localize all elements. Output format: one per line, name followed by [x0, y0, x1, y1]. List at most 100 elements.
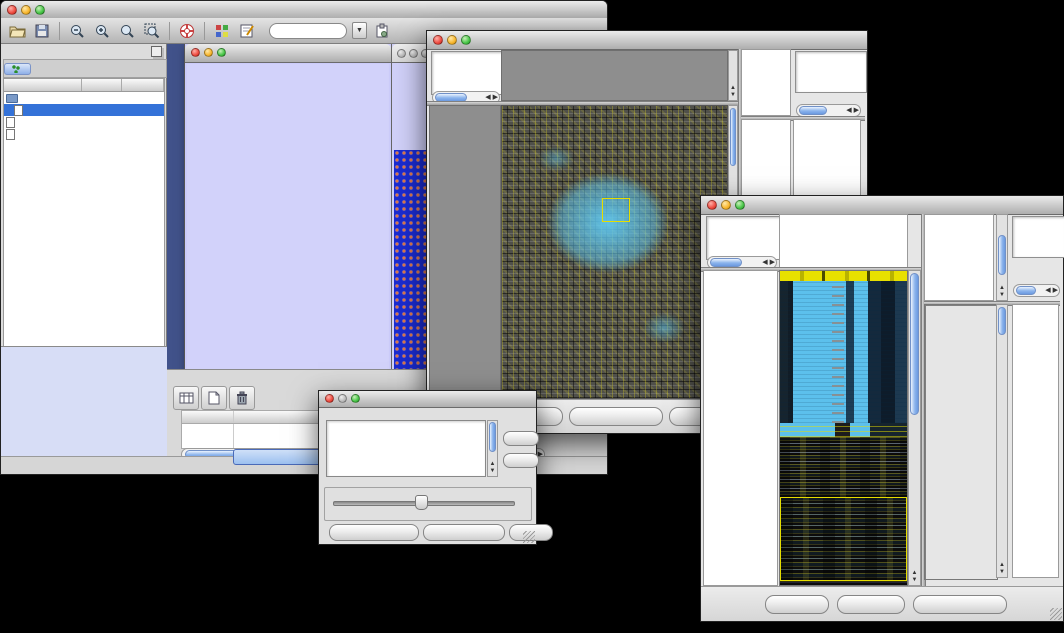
table-row-selected[interactable]: [4, 104, 164, 116]
zoom-button[interactable]: [35, 5, 45, 15]
vertical-scrollbar[interactable]: ▲▼: [996, 214, 1008, 301]
heatmap-global[interactable]: [501, 105, 728, 399]
scroll-arrows[interactable]: ▲▼: [488, 461, 497, 475]
network-view-window: [184, 44, 392, 369]
table-row[interactable]: [4, 128, 164, 140]
save-icon[interactable]: [32, 21, 52, 41]
vertical-scrollbar[interactable]: ▲▼: [728, 50, 738, 101]
new-attribute-icon[interactable]: [201, 386, 227, 410]
vertical-scrollbar[interactable]: ▲▼: [487, 420, 498, 477]
minimize-button[interactable]: [204, 48, 213, 57]
row-dendrogram[interactable]: [703, 270, 778, 586]
scroll-right-arrow[interactable]: ▶: [1052, 287, 1059, 294]
toolbar-separator: [59, 22, 60, 40]
create-vizmap-button[interactable]: [423, 524, 505, 541]
scroll-left-arrow[interactable]: ◀: [845, 107, 852, 114]
close-button[interactable]: [397, 49, 406, 58]
vertical-scrollbar[interactable]: ▲▼: [996, 304, 1008, 578]
scroll-arrows[interactable]: ▲▼: [729, 85, 737, 99]
search-input[interactable]: [269, 23, 347, 39]
tab-vizmapper[interactable]: [31, 68, 45, 70]
network-graph: [187, 64, 389, 367]
scroll-arrows[interactable]: ▲▼: [909, 570, 920, 584]
dense-network-cluster[interactable]: [394, 150, 430, 369]
move-up-button[interactable]: [503, 431, 539, 446]
scroll-left-arrow[interactable]: ◀: [761, 259, 768, 266]
minimize-button[interactable]: [21, 5, 31, 15]
zoom-fit-icon[interactable]: [117, 21, 137, 41]
treeview1-titlebar[interactable]: [427, 31, 867, 50]
horizontal-scrollbar[interactable]: ◀▶: [1013, 284, 1060, 297]
close-button[interactable]: [7, 5, 17, 15]
close-button[interactable]: [325, 394, 334, 403]
dialog-titlebar[interactable]: [319, 391, 536, 408]
heatmap-detail[interactable]: [924, 304, 998, 580]
treeview2-titlebar[interactable]: [701, 196, 1063, 215]
slider-handle[interactable]: [415, 495, 428, 510]
control-panel-tabs: [3, 59, 167, 78]
float-panel-icon[interactable]: [151, 46, 162, 57]
help-lifering-icon[interactable]: [177, 21, 197, 41]
minimize-button[interactable]: [409, 49, 418, 58]
scroll-left-arrow[interactable]: ◀: [484, 94, 491, 101]
table-row[interactable]: [4, 92, 164, 104]
minimize-button[interactable]: [721, 200, 731, 210]
scrollbar-thumb[interactable]: [489, 422, 496, 452]
tab-network[interactable]: [4, 63, 31, 75]
array-column-labels: [924, 214, 994, 301]
zoom-button[interactable]: [217, 48, 226, 57]
scrollbar-thumb[interactable]: [799, 106, 827, 115]
minimize-button[interactable]: [447, 35, 457, 45]
move-down-button[interactable]: [503, 453, 539, 468]
delete-attribute-icon[interactable]: [229, 386, 255, 410]
close-button[interactable]: [191, 48, 200, 57]
export-graphics-button[interactable]: [913, 595, 1007, 614]
table-row[interactable]: [4, 116, 164, 128]
save-data-button[interactable]: [837, 595, 905, 614]
scrollbar-thumb[interactable]: [910, 273, 919, 415]
scroll-right-arrow[interactable]: ▶: [769, 259, 776, 266]
heatmap-selection-box: [602, 198, 630, 222]
main-titlebar[interactable]: [1, 1, 607, 19]
select-attributes-icon[interactable]: [173, 386, 199, 410]
close-button[interactable]: [433, 35, 443, 45]
resize-grip[interactable]: [523, 531, 535, 543]
zoom-button[interactable]: [351, 394, 360, 403]
zoom-selected-icon[interactable]: [142, 21, 162, 41]
birds-eye-view[interactable]: [1, 346, 167, 457]
minimize-button[interactable]: [338, 394, 347, 403]
search-dropdown-arrow[interactable]: ▼: [352, 22, 367, 39]
settings-button[interactable]: [765, 595, 829, 614]
scroll-arrows[interactable]: ▲▼: [997, 562, 1007, 576]
zoom-button[interactable]: [735, 200, 745, 210]
vertical-scrollbar[interactable]: ▲▼: [908, 270, 921, 586]
scroll-right-arrow[interactable]: ▶: [492, 94, 499, 101]
scrollbar-thumb[interactable]: [730, 108, 736, 166]
network-table-header[interactable]: [3, 78, 165, 91]
close-button[interactable]: [707, 200, 717, 210]
scrollbar-thumb[interactable]: [710, 258, 742, 267]
scroll-arrows[interactable]: ▲▼: [997, 285, 1007, 299]
scrollbar-thumb[interactable]: [1016, 286, 1036, 295]
heatmap-main[interactable]: [779, 270, 908, 586]
similarity-matrix[interactable]: [744, 123, 792, 171]
network-canvas[interactable]: [187, 64, 389, 369]
scroll-left-arrow[interactable]: ◀: [1044, 287, 1051, 294]
scrollbar-thumb[interactable]: [998, 307, 1006, 335]
scroll-right-arrow[interactable]: ▶: [853, 107, 860, 114]
attribute-list[interactable]: [326, 420, 486, 477]
clipboard-icon[interactable]: [372, 21, 392, 41]
network-view-titlebar[interactable]: [185, 44, 391, 63]
row-dendrogram[interactable]: [429, 105, 501, 399]
zoom-in-icon[interactable]: [92, 21, 112, 41]
vizmap-grid-icon[interactable]: [212, 21, 232, 41]
zoom-button[interactable]: [461, 35, 471, 45]
heatmap-transition-band: [780, 423, 907, 437]
zoom-out-icon[interactable]: [67, 21, 87, 41]
column-dendrogram[interactable]: [501, 50, 728, 101]
open-file-icon[interactable]: [7, 21, 27, 41]
resize-grip[interactable]: [1050, 608, 1062, 620]
scrollbar-thumb[interactable]: [998, 235, 1006, 275]
annotation-icon[interactable]: [237, 21, 257, 41]
export-graphics-button[interactable]: [569, 407, 663, 426]
